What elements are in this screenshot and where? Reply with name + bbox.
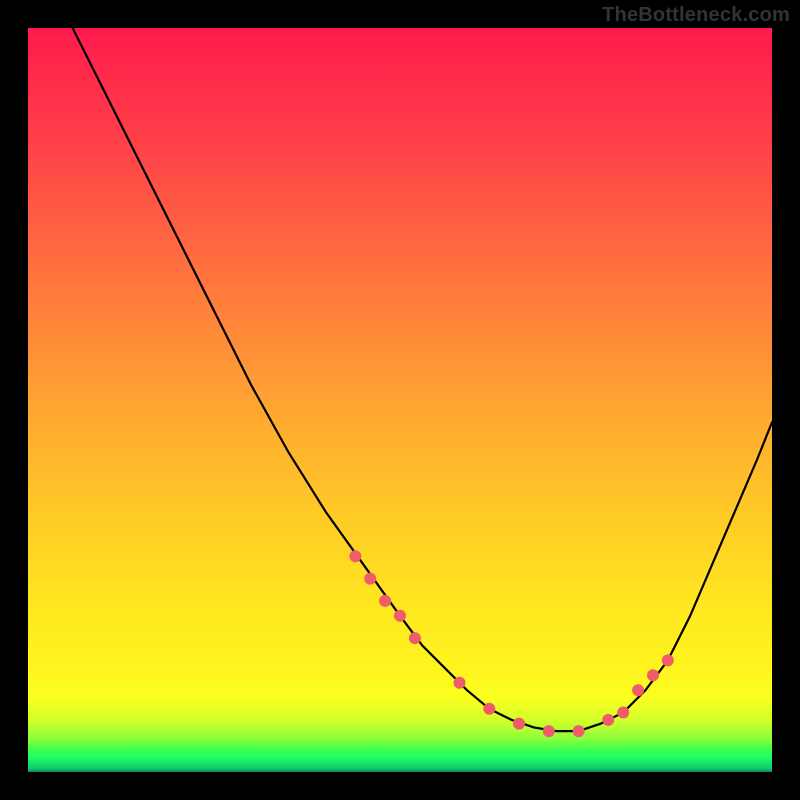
highlight-dot [379, 595, 391, 607]
highlight-dot [454, 677, 466, 689]
chart-plot-area [28, 28, 772, 772]
highlight-dot [483, 703, 495, 715]
highlight-dot [513, 718, 525, 730]
highlight-dot [364, 573, 376, 585]
highlight-dot [647, 669, 659, 681]
highlight-dot [602, 714, 614, 726]
highlight-dot [662, 654, 674, 666]
highlight-dot [617, 707, 629, 719]
highlight-dot [632, 684, 644, 696]
highlight-dot [543, 725, 555, 737]
highlight-dots [349, 550, 673, 737]
highlight-dot [394, 610, 406, 622]
bottleneck-curve [73, 28, 772, 731]
chart-svg [28, 28, 772, 772]
app-frame: TheBottleneck.com [0, 0, 800, 800]
watermark-text: TheBottleneck.com [602, 4, 790, 27]
highlight-dot [349, 550, 361, 562]
highlight-dot [573, 725, 585, 737]
highlight-dot [409, 632, 421, 644]
